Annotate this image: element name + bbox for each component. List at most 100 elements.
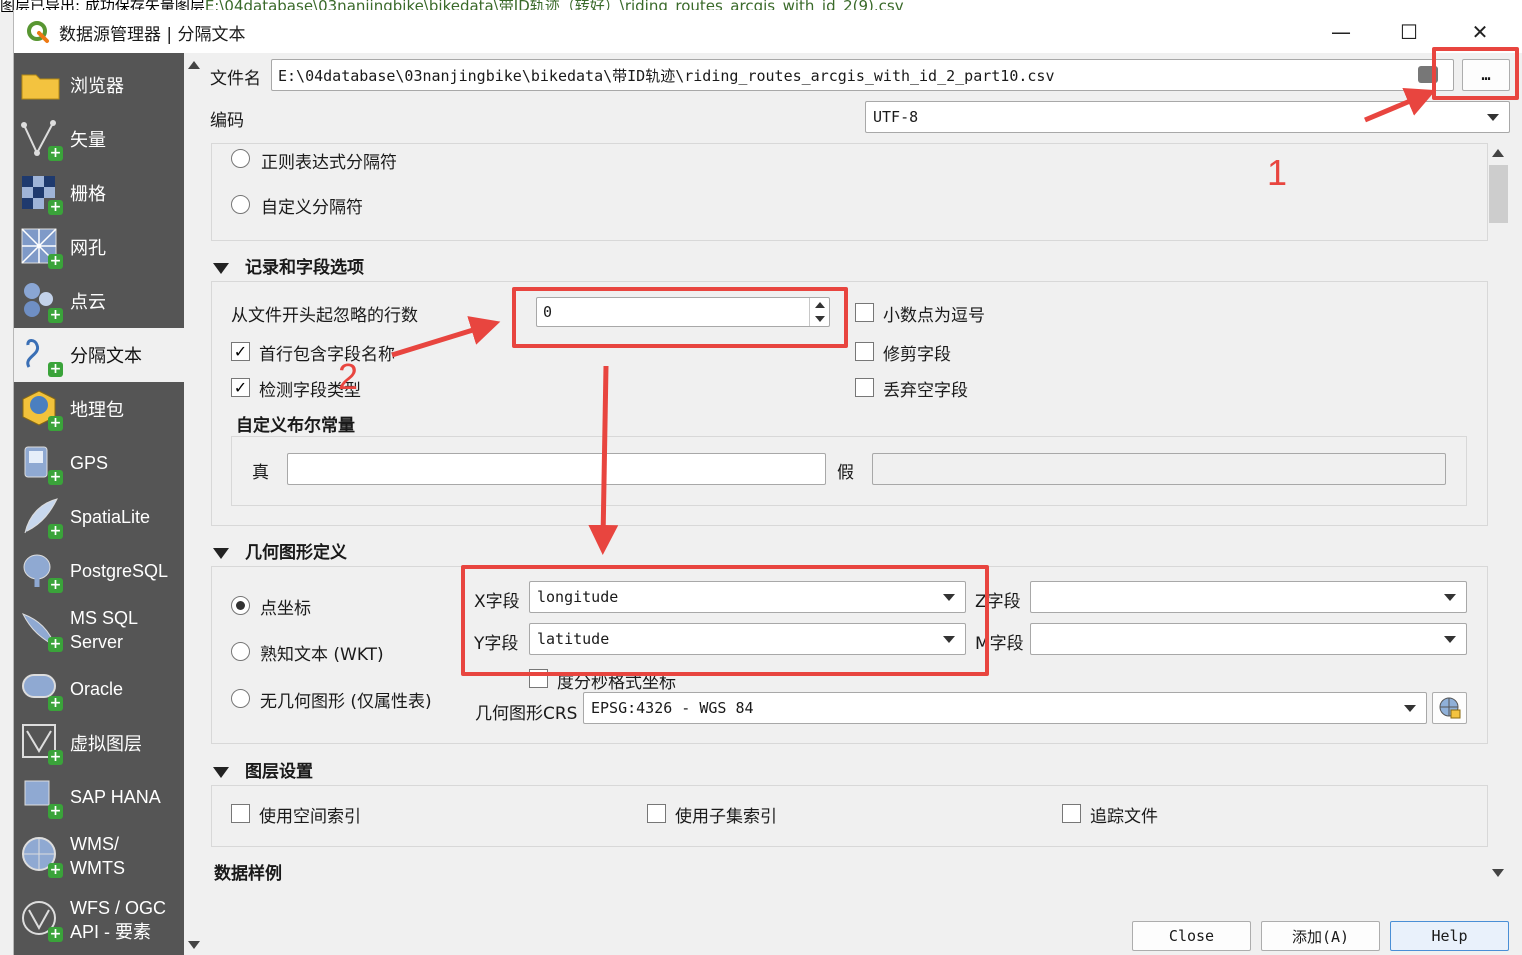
crs-select[interactable]: EPSG:4326 - WGS 84 bbox=[583, 692, 1427, 724]
true-value-input[interactable] bbox=[287, 453, 826, 485]
close-button[interactable]: Close bbox=[1132, 921, 1251, 951]
spatial-index-checkbox[interactable] bbox=[231, 804, 250, 823]
sidebar-item-label: 矢量 bbox=[70, 130, 106, 150]
elephant-icon: + bbox=[19, 549, 63, 593]
sidebar-item-label: 网孔 bbox=[70, 238, 106, 258]
sidebar-item-vector[interactable]: + 矢量 bbox=[14, 112, 184, 166]
content-scrollbar[interactable] bbox=[1488, 143, 1510, 883]
point-coordinates-radio[interactable] bbox=[231, 596, 250, 615]
wkt-label: 熟知文本 (WKT) bbox=[260, 645, 384, 665]
sidebar-item-label: MS SQL Server bbox=[70, 608, 139, 652]
annotation-number-1: 1 bbox=[1267, 152, 1288, 193]
feather-icon: + bbox=[19, 495, 63, 539]
sidebar-item-wms[interactable]: + WMS/ WMTS bbox=[14, 824, 184, 888]
sidebar-item-label: 栅格 bbox=[70, 184, 106, 204]
file-path-input[interactable]: E:\04database\03nanjingbike\bikedata\带ID… bbox=[271, 59, 1454, 91]
help-button[interactable]: Help bbox=[1390, 921, 1509, 951]
subset-index-label: 使用子集索引 bbox=[675, 807, 777, 827]
wfs-globe-icon: + bbox=[19, 898, 63, 942]
annotation-box-browse bbox=[1432, 47, 1519, 100]
maximize-button[interactable]: ☐ bbox=[1386, 10, 1432, 53]
chevron-down-icon bbox=[1404, 705, 1416, 712]
sidebar-item-geopackage[interactable]: + 地理包 bbox=[14, 382, 184, 436]
point-cloud-icon: + bbox=[19, 279, 63, 323]
custom-delimiter-radio[interactable] bbox=[231, 195, 250, 214]
sidebar-item-label: GPS bbox=[70, 452, 109, 473]
mssql-icon: + bbox=[19, 608, 63, 652]
true-label: 真 bbox=[252, 463, 269, 483]
collapse-icon[interactable] bbox=[213, 263, 229, 274]
globe-icon: + bbox=[19, 834, 63, 878]
minimize-button[interactable]: — bbox=[1318, 10, 1364, 53]
sidebar-item-raster[interactable]: + 栅格 bbox=[14, 166, 184, 220]
title-bar: 数据源管理器 | 分隔文本 — ☐ ✕ bbox=[14, 10, 1522, 53]
decimal-comma-checkbox[interactable] bbox=[855, 303, 874, 322]
scroll-thumb[interactable] bbox=[1489, 165, 1508, 223]
trim-fields-label: 修剪字段 bbox=[883, 345, 951, 365]
layer-section-title: 图层设置 bbox=[245, 762, 313, 782]
add-button[interactable]: 添加(A) bbox=[1261, 921, 1380, 951]
sidebar-item-label: 地理包 bbox=[70, 400, 124, 420]
scroll-up-icon bbox=[1492, 149, 1504, 157]
maximize-icon: ☐ bbox=[1400, 19, 1418, 44]
collapse-icon[interactable] bbox=[213, 548, 229, 559]
chevron-down-icon bbox=[1444, 636, 1456, 643]
sidebar-item-delimited-text[interactable]: + 分隔文本 bbox=[14, 328, 184, 382]
qgis-logo-icon bbox=[27, 21, 49, 43]
sidebar-item-label: WMS/ WMTS bbox=[70, 834, 125, 878]
discard-empty-label: 丢弃空字段 bbox=[883, 381, 968, 401]
crs-selector-button[interactable] bbox=[1432, 692, 1467, 724]
sidebar-item-gps[interactable]: + GPS bbox=[14, 436, 184, 490]
window-title: 数据源管理器 | 分隔文本 bbox=[59, 25, 246, 45]
sidebar-item-postgresql[interactable]: + PostgreSQL bbox=[14, 544, 184, 598]
header-checkbox[interactable]: ✓ bbox=[231, 342, 250, 361]
source-sidebar: 浏览器 + 矢量 + 栅格 + 网孔 + 点云 + 分隔文本 + 地理包 + G… bbox=[14, 53, 184, 955]
sidebar-item-spatialite[interactable]: + SpatiaLite bbox=[14, 490, 184, 544]
sidebar-item-label: SpatiaLite bbox=[70, 506, 151, 527]
sap-hana-icon: + bbox=[19, 775, 63, 819]
trim-fields-checkbox[interactable] bbox=[855, 342, 874, 361]
sidebar-item-browser[interactable]: 浏览器 bbox=[14, 58, 184, 112]
annotation-number-2: 2 bbox=[338, 356, 359, 397]
annotation-box-skip-lines bbox=[512, 287, 848, 348]
watch-file-label: 追踪文件 bbox=[1090, 807, 1158, 827]
subset-index-checkbox[interactable] bbox=[647, 804, 666, 823]
detect-types-checkbox[interactable]: ✓ bbox=[231, 378, 250, 397]
sidebar-item-wfs[interactable]: + WFS / OGC API - 要素 bbox=[14, 888, 184, 952]
oracle-icon: + bbox=[19, 667, 63, 711]
regex-delimiter-radio[interactable] bbox=[231, 149, 250, 168]
sidebar-item-label: 虚拟图层 bbox=[70, 734, 142, 754]
records-section-title: 记录和字段选项 bbox=[245, 258, 364, 278]
watch-file-checkbox[interactable] bbox=[1062, 804, 1081, 823]
sidebar-item-label: 浏览器 bbox=[70, 76, 124, 96]
sidebar-item-oracle[interactable]: + Oracle bbox=[14, 662, 184, 716]
z-field-select[interactable] bbox=[1030, 581, 1467, 613]
annotation-box-xy-fields bbox=[461, 565, 989, 676]
chevron-down-icon bbox=[1444, 594, 1456, 601]
regex-delimiter-label: 正则表达式分隔符 bbox=[261, 153, 397, 173]
collapse-icon[interactable] bbox=[213, 767, 229, 778]
m-field-select[interactable] bbox=[1030, 623, 1467, 655]
sidebar-item-mssql[interactable]: + MS SQL Server bbox=[14, 598, 184, 662]
crs-globe-icon bbox=[1439, 697, 1460, 719]
encoding-value: UTF-8 bbox=[873, 108, 919, 126]
sidebar-item-mesh[interactable]: + 网孔 bbox=[14, 220, 184, 274]
wkt-radio[interactable] bbox=[231, 642, 250, 661]
header-label: 首行包含字段名称 bbox=[259, 345, 395, 365]
encoding-select[interactable]: UTF-8 bbox=[865, 101, 1510, 133]
folder-icon bbox=[19, 63, 63, 107]
discard-empty-checkbox[interactable] bbox=[855, 378, 874, 397]
false-value-input[interactable] bbox=[872, 453, 1446, 485]
sidebar-item-label: 点云 bbox=[70, 292, 106, 312]
sidebar-scrollbar[interactable] bbox=[184, 53, 204, 955]
crs-label: 几何图形CRS bbox=[475, 704, 578, 724]
sidebar-item-virtual-layer[interactable]: + 虚拟图层 bbox=[14, 716, 184, 770]
gps-icon: + bbox=[19, 441, 63, 485]
sidebar-item-sap-hana[interactable]: + SAP HANA bbox=[14, 770, 184, 824]
encoding-label: 编码 bbox=[210, 111, 244, 131]
chevron-down-icon bbox=[1487, 114, 1499, 121]
sidebar-item-pointcloud[interactable]: + 点云 bbox=[14, 274, 184, 328]
sidebar-item-label: PostgreSQL bbox=[70, 560, 169, 581]
no-geometry-radio[interactable] bbox=[231, 689, 250, 708]
geometry-section-title: 几何图形定义 bbox=[245, 543, 347, 563]
